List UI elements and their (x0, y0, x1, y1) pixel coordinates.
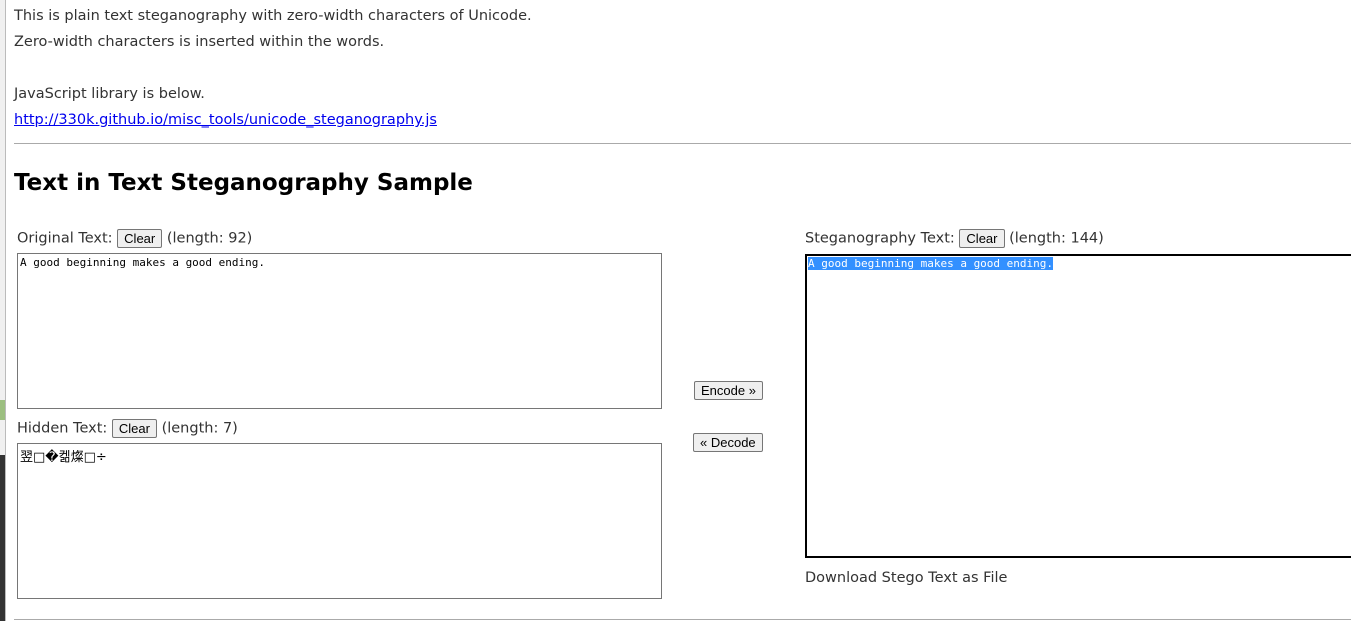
hidden-text-label-row: Hidden Text: Clear (length: 7) (17, 419, 238, 438)
selected-text: A good beginning makes a good ending. (808, 257, 1054, 270)
original-text-label: Original Text: (17, 230, 113, 247)
download-stego-link[interactable]: Download Stego Text as File (805, 570, 1007, 586)
hidden-text-label: Hidden Text: (17, 420, 108, 437)
stego-clear-button[interactable]: Clear (959, 229, 1005, 248)
divider (14, 143, 1351, 144)
stego-text-label: Steganography Text: (805, 230, 955, 247)
hidden-text-input[interactable]: 翌□�켊燦□÷ (17, 443, 662, 599)
intro-line-3: JavaScript library is below. (14, 86, 205, 102)
intro-line-1: This is plain text steganography with ze… (14, 8, 532, 24)
original-length: (length: 92) (166, 230, 253, 247)
stego-text-input[interactable]: A good beginning makes a good ending. (805, 254, 1351, 558)
encode-button[interactable]: Encode » (694, 381, 763, 400)
original-text-label-row: Original Text: Clear (length: 92) (17, 229, 252, 248)
original-text-input[interactable]: A good beginning makes a good ending. (17, 253, 662, 409)
stego-length: (length: 144) (1009, 230, 1104, 247)
divider-bottom (14, 619, 1351, 620)
page-title: Text in Text Steganography Sample (14, 170, 473, 196)
original-clear-button[interactable]: Clear (117, 229, 163, 248)
decode-button[interactable]: « Decode (693, 433, 763, 452)
background-window-edge (0, 0, 6, 621)
hidden-length: (length: 7) (161, 420, 238, 437)
hidden-clear-button[interactable]: Clear (111, 419, 157, 438)
intro-line-2: Zero-width characters is inserted within… (14, 34, 385, 50)
library-link[interactable]: http://330k.github.io/misc_tools/unicode… (14, 112, 437, 128)
stego-text-label-row: Steganography Text: Clear (length: 144) (805, 229, 1104, 248)
